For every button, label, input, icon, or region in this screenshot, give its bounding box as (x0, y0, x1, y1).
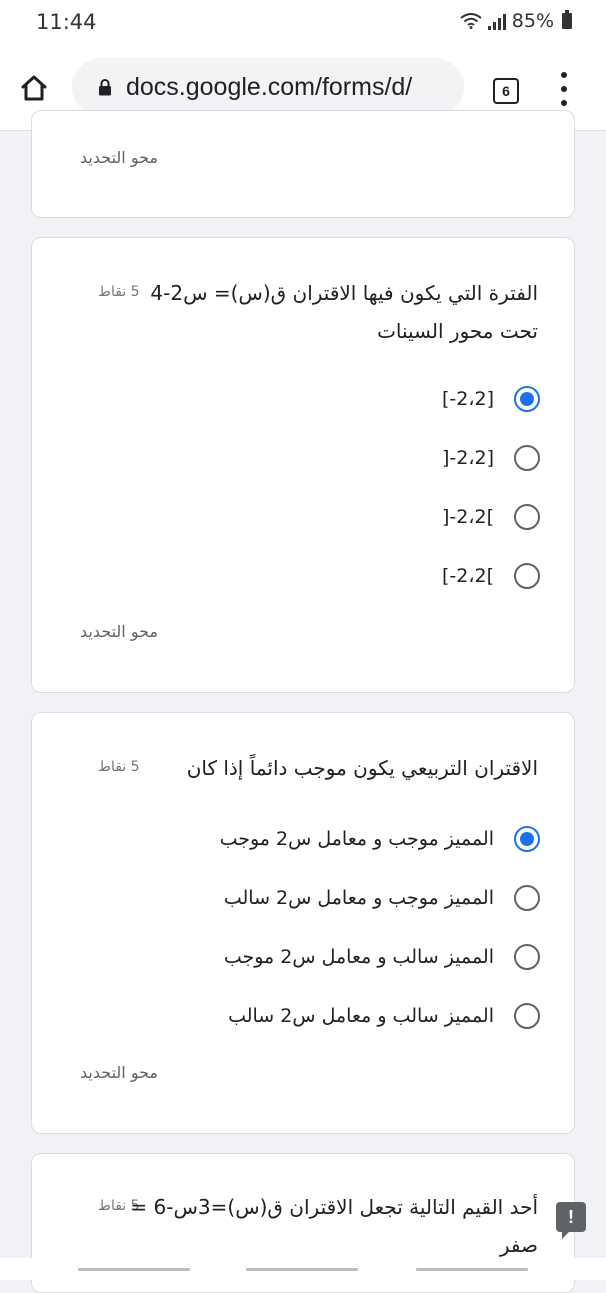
nav-segment (416, 1268, 528, 1271)
tab-switcher-button[interactable]: 6 (493, 78, 519, 104)
wifi-icon (460, 13, 482, 29)
radio-option[interactable]: المميز سالب و معامل س2 موجب (224, 940, 540, 974)
url-text: docs.google.com/forms/d/ (126, 72, 413, 101)
question-points: 5 نقاط (98, 284, 140, 300)
radio-button[interactable] (514, 944, 540, 970)
radio-button[interactable] (514, 563, 540, 589)
option-label: [-2،2] (442, 388, 494, 410)
question-card-2: 5 نقاط الاقتران التربيعي يكون موجب دائما… (31, 712, 575, 1134)
option-label: المميز سالب و معامل س2 موجب (223, 946, 494, 968)
question-title: الفترة التي يكون فيها الاقتران ق(س)= س2-… (150, 274, 538, 350)
question-title-line1: الفترة التي يكون فيها الاقتران ق(س)= س2-… (150, 281, 538, 305)
home-icon (21, 75, 47, 101)
question-title: الاقتران التربيعي يكون موجب دائماً إذا ك… (186, 756, 538, 780)
radio-option[interactable]: المميز سالب و معامل س2 سالب (228, 999, 540, 1033)
clear-selection-link[interactable]: محو التحديد (80, 148, 158, 167)
radio-button[interactable] (514, 885, 540, 911)
question-card-previous: محو التحديد (31, 110, 575, 218)
option-label: المميز موجب و معامل س2 سالب (223, 887, 494, 909)
lock-icon (99, 79, 111, 96)
battery-percent: 85% (511, 10, 554, 32)
radio-option[interactable]: ]-2،2[ (442, 500, 540, 534)
battery-icon (562, 10, 572, 29)
question-card-1: 5 نقاط الفترة التي يكون فيها الاقتران ق(… (31, 237, 575, 693)
radio-button-selected[interactable] (514, 386, 540, 412)
question-title-line1: أحد القيم التالية تجعل الاقتران ق(س)=3س-… (130, 1195, 538, 1219)
option-label: ]-2،2[ (442, 506, 494, 528)
more-menu-icon[interactable] (556, 72, 572, 106)
report-feedback-icon[interactable]: ! (556, 1202, 586, 1239)
home-button[interactable] (16, 70, 52, 106)
bottom-navigation-bar (0, 1258, 606, 1280)
status-icons: 85% (460, 10, 572, 32)
option-label: ]-2،2] (442, 447, 494, 469)
radio-option[interactable]: ]-2،2] (442, 441, 540, 475)
status-bar: 11:44 85% (0, 0, 606, 44)
radio-option[interactable]: المميز موجب و معامل س2 موجب (220, 822, 540, 856)
option-label: المميز موجب و معامل س2 موجب (219, 828, 494, 850)
address-bar[interactable]: docs.google.com/forms/d/ (72, 58, 464, 116)
nav-segment (246, 1268, 358, 1271)
radio-button[interactable] (514, 445, 540, 471)
radio-option[interactable]: [-2،2] (442, 382, 540, 416)
radio-option[interactable]: المميز موجب و معامل س2 سالب (224, 881, 540, 915)
option-label: [-2،2[ (442, 565, 494, 587)
question-title-line2: تحت محور السينات (377, 319, 538, 343)
radio-button-selected[interactable] (514, 826, 540, 852)
question-title: أحد القيم التالية تجعل الاقتران ق(س)=3س-… (130, 1188, 538, 1264)
radio-option[interactable]: [-2،2[ (442, 559, 540, 593)
question-points: 5 نقاط (98, 759, 140, 775)
option-label: المميز سالب و معامل س2 سالب (228, 1005, 494, 1027)
nav-segment (78, 1268, 190, 1271)
radio-button[interactable] (514, 1003, 540, 1029)
clear-selection-link[interactable]: محو التحديد (80, 622, 158, 641)
radio-button[interactable] (514, 504, 540, 530)
signal-icon (487, 12, 506, 30)
clear-selection-link[interactable]: محو التحديد (80, 1063, 158, 1082)
status-time: 11:44 (36, 10, 97, 34)
